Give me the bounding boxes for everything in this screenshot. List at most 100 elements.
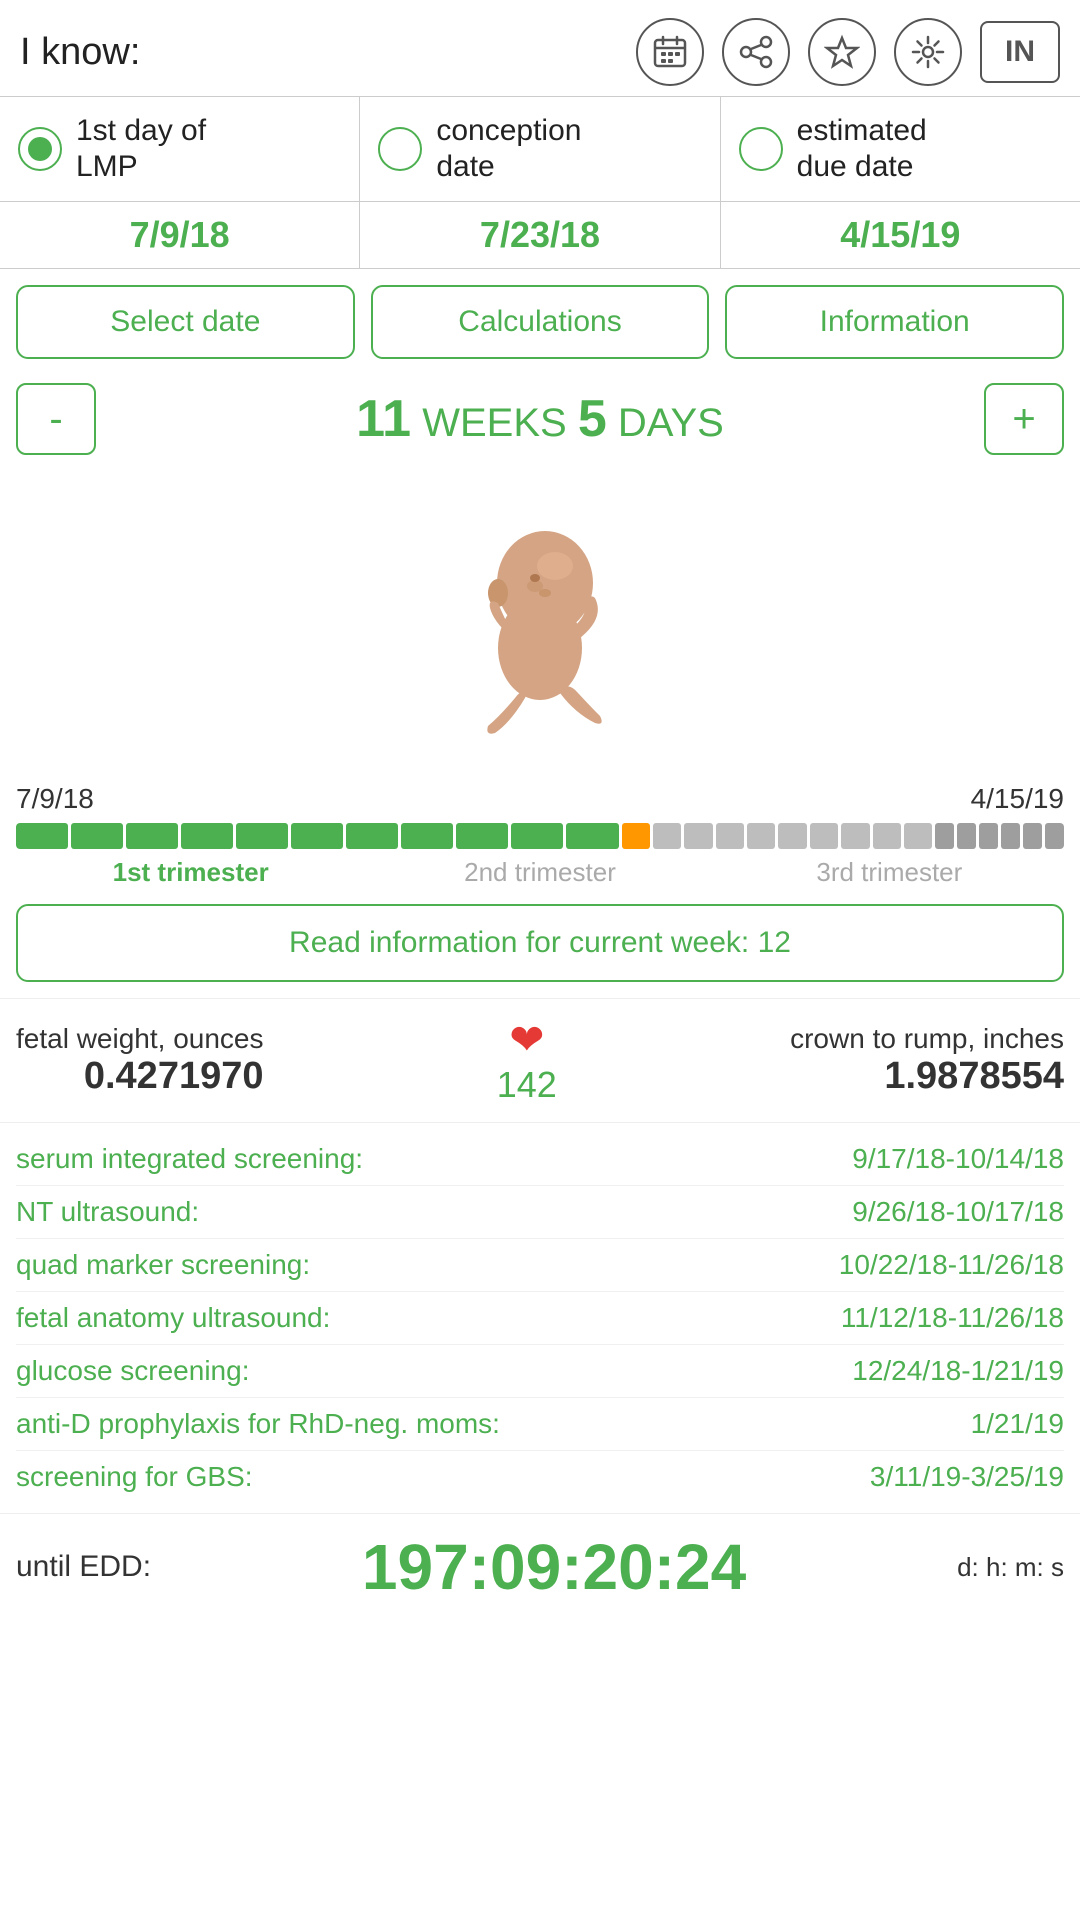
screening-label-3: fetal anatomy ultrasound: — [16, 1302, 330, 1334]
fetus-illustration — [430, 478, 650, 758]
weeks-display: 11 WEEKS 5 DAYS — [106, 389, 974, 449]
crown-rump-label: crown to rump, inches — [790, 1023, 1064, 1055]
progress-3rd-1 — [935, 823, 954, 849]
screening-dates-2: 10/22/18-11/26/18 — [839, 1249, 1064, 1281]
conception-radio[interactable]: conceptiondate — [360, 97, 720, 201]
days-label: DAYS — [618, 401, 724, 445]
progress-week-8 — [401, 823, 453, 849]
progress-week-10 — [511, 823, 563, 849]
lmp-label: 1st day ofLMP — [76, 113, 206, 185]
conception-radio-circle — [378, 127, 422, 171]
trimester-1-label: 1st trimester — [16, 857, 365, 888]
conception-date[interactable]: 7/23/18 — [360, 202, 720, 269]
edd-label: estimateddue date — [797, 113, 927, 185]
progress-week-4 — [181, 823, 233, 849]
progress-bar — [16, 823, 1064, 849]
progress-week-6 — [291, 823, 343, 849]
screening-label-5: anti-D prophylaxis for RhD-neg. moms: — [16, 1408, 500, 1440]
screening-dates-5: 1/21/19 — [971, 1408, 1064, 1440]
trimester-2-label: 2nd trimester — [365, 857, 714, 888]
progress-3rd-5 — [1023, 823, 1042, 849]
progress-3rd-2 — [957, 823, 976, 849]
progress-remaining-3 — [716, 823, 744, 849]
timeline-section: 7/9/18 4/15/19 1st trimes — [0, 783, 1080, 888]
days-number: 5 — [578, 390, 607, 448]
fetus-image-section — [0, 463, 1080, 783]
screening-label-4: glucose screening: — [16, 1355, 249, 1387]
progress-week-5 — [236, 823, 288, 849]
information-button[interactable]: Information — [725, 285, 1064, 359]
timeline-start-date: 7/9/18 — [16, 783, 94, 815]
due-date[interactable]: 4/15/19 — [721, 202, 1080, 269]
progress-week-3 — [126, 823, 178, 849]
screening-row-4: glucose screening: 12/24/18-1/21/19 — [16, 1345, 1064, 1398]
timeline-end-date: 4/15/19 — [971, 783, 1064, 815]
edd-countdown: 197:09:20:24 — [167, 1530, 941, 1604]
screening-row-3: fetal anatomy ultrasound: 11/12/18-11/26… — [16, 1292, 1064, 1345]
share-icon[interactable] — [722, 18, 790, 86]
progress-remaining-5 — [778, 823, 806, 849]
stats-row: fetal weight, ounces 0.4271970 ❤ 142 cro… — [16, 1009, 1064, 1112]
calendar-icon[interactable] — [636, 18, 704, 86]
screening-label-0: serum integrated screening: — [16, 1143, 363, 1175]
edd-radio[interactable]: estimateddue date — [721, 97, 1080, 201]
screening-row-0: serum integrated screening: 9/17/18-10/1… — [16, 1133, 1064, 1186]
in-button[interactable]: IN — [980, 21, 1060, 83]
weeks-label: WEEKS — [422, 401, 566, 445]
screening-section: serum integrated screening: 9/17/18-10/1… — [0, 1122, 1080, 1513]
lmp-radio[interactable]: 1st day ofLMP — [0, 97, 360, 201]
trimester-3-label: 3rd trimester — [715, 857, 1064, 888]
progress-remaining-9 — [904, 823, 932, 849]
progress-week-7 — [346, 823, 398, 849]
crown-rump-value: 1.9878554 — [790, 1055, 1064, 1098]
screening-label-2: quad marker screening: — [16, 1249, 310, 1281]
heart-count: 142 — [497, 1064, 557, 1106]
star-icon[interactable] — [808, 18, 876, 86]
dates-row: 7/9/18 7/23/18 4/15/19 — [0, 202, 1080, 269]
heart-icon: ❤ — [497, 1015, 557, 1064]
progress-week-9 — [456, 823, 508, 849]
screening-dates-1: 9/26/18-10/17/18 — [852, 1196, 1064, 1228]
progress-week-11 — [566, 823, 618, 849]
settings-icon[interactable] — [894, 18, 962, 86]
conception-label: conceptiondate — [436, 113, 581, 185]
progress-3rd-6 — [1045, 823, 1064, 849]
calculations-button[interactable]: Calculations — [371, 285, 710, 359]
progress-remaining-8 — [873, 823, 901, 849]
screening-dates-6: 3/11/19-3/25/19 — [870, 1461, 1064, 1493]
radio-row: 1st day ofLMP conceptiondate estimateddu… — [0, 96, 1080, 202]
trimester-labels: 1st trimester 2nd trimester 3rd trimeste… — [16, 857, 1064, 888]
fetal-weight-value: 0.4271970 — [16, 1055, 264, 1098]
select-date-button[interactable]: Select date — [16, 285, 355, 359]
screening-label-6: screening for GBS: — [16, 1461, 253, 1493]
edd-units: d: h: m: s — [957, 1548, 1064, 1587]
screening-row-5: anti-D prophylaxis for RhD-neg. moms: 1/… — [16, 1398, 1064, 1451]
i-know-label: I know: — [20, 31, 140, 74]
progress-week-1 — [16, 823, 68, 849]
screening-label-1: NT ultrasound: — [16, 1196, 199, 1228]
progress-remaining-2 — [684, 823, 712, 849]
minus-button[interactable]: - — [16, 383, 96, 455]
heart-col: ❤ 142 — [497, 1015, 557, 1106]
top-icons: IN — [164, 18, 1060, 86]
screening-dates-0: 9/17/18-10/14/18 — [852, 1143, 1064, 1175]
plus-button[interactable]: + — [984, 383, 1064, 455]
current-week-button[interactable]: Read information for current week: 12 — [16, 904, 1064, 982]
screening-row-6: screening for GBS: 3/11/19-3/25/19 — [16, 1451, 1064, 1503]
progress-remaining-1 — [653, 823, 681, 849]
edd-radio-circle — [739, 127, 783, 171]
buttons-row: Select date Calculations Information — [0, 269, 1080, 375]
progress-remaining-7 — [841, 823, 869, 849]
edd-label: until EDD: — [16, 1550, 151, 1584]
lmp-date[interactable]: 7/9/18 — [0, 202, 360, 269]
weeks-number: 11 — [356, 390, 411, 448]
progress-current — [622, 823, 650, 849]
progress-remaining-4 — [747, 823, 775, 849]
screening-row-1: NT ultrasound: 9/26/18-10/17/18 — [16, 1186, 1064, 1239]
screening-dates-3: 11/12/18-11/26/18 — [841, 1302, 1064, 1334]
screening-dates-4: 12/24/18-1/21/19 — [852, 1355, 1064, 1387]
weeks-row: - 11 WEEKS 5 DAYS + — [0, 375, 1080, 463]
fetal-weight-label: fetal weight, ounces — [16, 1023, 264, 1055]
progress-week-2 — [71, 823, 123, 849]
lmp-radio-circle — [18, 127, 62, 171]
